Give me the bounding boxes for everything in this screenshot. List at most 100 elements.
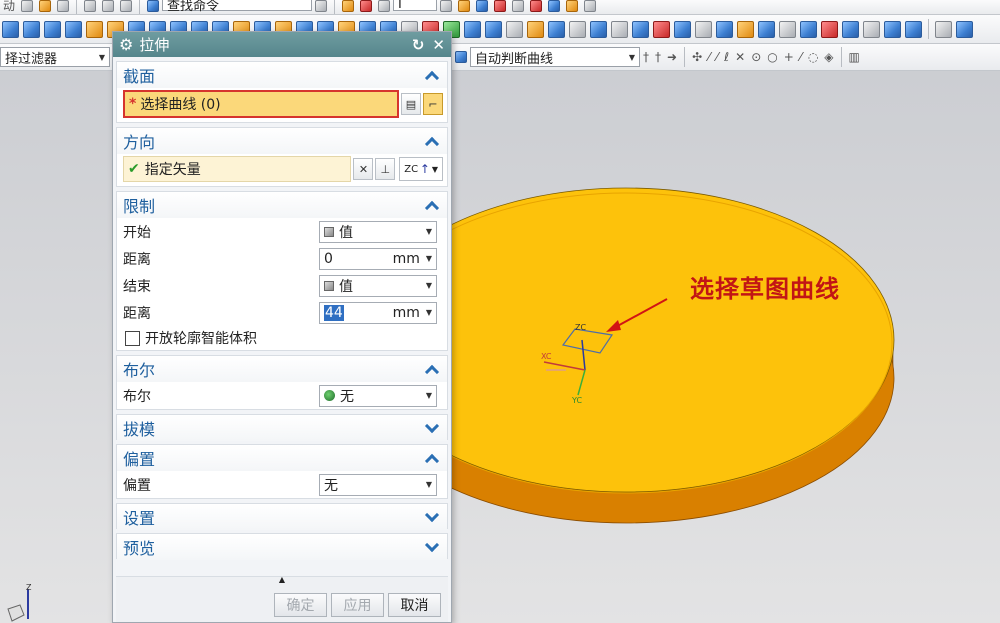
vector-dialog-icon[interactable]: ⊥ bbox=[375, 158, 396, 180]
snap-endpoint-icon[interactable]: ⁄ bbox=[708, 50, 710, 64]
offset-face-icon[interactable] bbox=[527, 20, 544, 38]
vector-type-dropdown[interactable]: ZC ↑ ▼ bbox=[399, 157, 443, 181]
scale-body-icon[interactable] bbox=[590, 20, 607, 38]
selection-filter-combo[interactable]: 择过滤器 ▼ bbox=[0, 47, 110, 67]
curve-rule-combo[interactable]: 自动判断曲线 ▼ bbox=[470, 47, 640, 67]
sketch-section-icon[interactable]: ▤ bbox=[401, 93, 421, 115]
command-finder-icon[interactable] bbox=[147, 0, 160, 12]
curve-rule-icon[interactable] bbox=[455, 51, 467, 63]
direction-header[interactable]: 方向 bbox=[117, 128, 447, 154]
curve-selection-icon[interactable]: ⌐ bbox=[423, 93, 443, 115]
open-profile-row[interactable]: 开放轮廓智能体积 bbox=[117, 326, 447, 350]
mesh-icon[interactable] bbox=[884, 20, 901, 38]
mirror-icon[interactable] bbox=[506, 20, 523, 38]
more-icon[interactable] bbox=[584, 0, 597, 12]
collapse-dialog-caret-icon[interactable]: ▲ bbox=[116, 575, 448, 584]
measure-icon[interactable] bbox=[512, 0, 525, 12]
offset-select[interactable]: 无 ▼ bbox=[319, 473, 437, 496]
view-orient-icon[interactable] bbox=[935, 20, 952, 38]
start-option-select[interactable]: 值 ▼ bbox=[319, 220, 437, 243]
expand-chevron-icon[interactable] bbox=[424, 418, 440, 433]
spline-icon[interactable] bbox=[378, 0, 391, 12]
copy-icon[interactable] bbox=[102, 0, 115, 12]
collapse-chevron-icon[interactable] bbox=[424, 200, 440, 215]
open-profile-checkbox[interactable] bbox=[125, 330, 140, 346]
open-file-icon[interactable] bbox=[39, 0, 52, 12]
new-file-icon[interactable] bbox=[21, 0, 34, 12]
boolean-header[interactable]: 布尔 bbox=[117, 356, 447, 382]
start-distance-value[interactable]: 0 bbox=[324, 251, 393, 267]
sheet-icon[interactable] bbox=[611, 20, 628, 38]
limits-header[interactable]: 限制 bbox=[117, 192, 447, 218]
snap-point-on-face-icon[interactable]: ⁄ bbox=[800, 50, 802, 64]
emboss-icon[interactable] bbox=[653, 20, 670, 38]
cut-icon[interactable] bbox=[84, 0, 97, 12]
render-icon[interactable] bbox=[458, 0, 471, 12]
expand-chevron-icon[interactable] bbox=[424, 507, 440, 522]
expand-chevron-icon[interactable] bbox=[424, 537, 440, 552]
sketch-icon[interactable] bbox=[342, 0, 355, 12]
layer-icon[interactable] bbox=[440, 0, 453, 12]
snap-arc-center-icon[interactable]: ⊙ bbox=[751, 50, 761, 64]
snap-point-on-curve-icon[interactable]: + bbox=[784, 50, 794, 64]
edge-blend-icon[interactable] bbox=[737, 20, 754, 38]
section-header[interactable]: 截面 bbox=[117, 62, 447, 88]
sphere-icon[interactable] bbox=[65, 20, 82, 38]
thicken-icon[interactable] bbox=[695, 20, 712, 38]
command-finder-input[interactable]: 查找命令 bbox=[162, 0, 313, 14]
loft-icon[interactable] bbox=[863, 20, 880, 38]
sew-icon[interactable] bbox=[548, 20, 565, 38]
reverse-direction-icon[interactable]: ✕ bbox=[353, 158, 374, 180]
snap-bounded-grid-icon[interactable]: ◌ bbox=[808, 50, 818, 64]
end-distance-input[interactable]: 44 mm ▼ bbox=[319, 301, 437, 324]
extrude-icon[interactable] bbox=[86, 20, 103, 38]
apply-button[interactable]: 应用 bbox=[331, 593, 384, 617]
delete-face-icon[interactable] bbox=[800, 20, 817, 38]
datum-icon[interactable] bbox=[530, 0, 543, 12]
snap-midpoint-icon[interactable]: ⁄ bbox=[716, 50, 718, 64]
block-icon[interactable] bbox=[2, 20, 19, 38]
intersect-icon[interactable] bbox=[464, 20, 481, 38]
curve-icon[interactable] bbox=[360, 0, 373, 12]
toolbar-options-icon[interactable]: ▥ bbox=[849, 50, 860, 64]
dialog-title-bar[interactable]: ⚙ 拉伸 ↻ ✕ bbox=[113, 32, 451, 57]
snap-quadrant-icon[interactable]: ○ bbox=[767, 50, 777, 64]
end-option-select[interactable]: 值 ▼ bbox=[319, 274, 437, 297]
follow-fillet-icon[interactable]: † bbox=[655, 50, 661, 64]
paste-icon[interactable] bbox=[120, 0, 133, 12]
pattern-icon[interactable] bbox=[485, 20, 502, 38]
close-icon[interactable]: ✕ bbox=[432, 36, 445, 54]
ok-button[interactable]: 确定 bbox=[274, 593, 327, 617]
search-icon[interactable] bbox=[315, 0, 328, 12]
reset-icon[interactable]: ↻ bbox=[412, 36, 425, 54]
collapse-chevron-icon[interactable] bbox=[424, 453, 440, 468]
gear-icon[interactable]: ⚙ bbox=[119, 35, 133, 54]
offset-header[interactable]: 偏置 bbox=[117, 445, 447, 471]
collapse-chevron-icon[interactable] bbox=[424, 364, 440, 379]
end-distance-value[interactable]: 44 bbox=[324, 304, 344, 321]
wrap-icon[interactable] bbox=[632, 20, 649, 38]
chain-icon[interactable]: ➜ bbox=[667, 50, 677, 64]
stop-at-intersection-icon[interactable]: † bbox=[643, 50, 649, 64]
cylinder-icon[interactable] bbox=[23, 20, 40, 38]
snap-pole-icon[interactable]: ◈ bbox=[824, 50, 833, 64]
move-face-icon[interactable] bbox=[758, 20, 775, 38]
save-icon[interactable] bbox=[57, 0, 70, 12]
settings-header[interactable]: 设置 bbox=[117, 504, 447, 530]
snap-existing-point-icon[interactable]: ✣ bbox=[692, 50, 702, 64]
snap-icon[interactable] bbox=[548, 0, 561, 12]
collapse-chevron-icon[interactable] bbox=[424, 70, 440, 85]
start-distance-input[interactable]: 0 mm ▼ bbox=[319, 247, 437, 270]
patch-icon[interactable] bbox=[569, 20, 586, 38]
replace-face-icon[interactable] bbox=[779, 20, 796, 38]
view-icon[interactable] bbox=[476, 0, 489, 12]
selection-scope-combo[interactable]: I bbox=[393, 0, 438, 12]
face-blend-icon[interactable] bbox=[716, 20, 733, 38]
draft-header[interactable]: 拔模 bbox=[117, 415, 447, 441]
collapse-chevron-icon[interactable] bbox=[424, 136, 440, 151]
tube-icon[interactable] bbox=[821, 20, 838, 38]
dropdown-arrow-icon[interactable]: ▼ bbox=[426, 308, 432, 317]
sweep-icon[interactable] bbox=[842, 20, 859, 38]
select-curve-field[interactable]: * 选择曲线 (0) bbox=[123, 90, 399, 118]
snap-control-point-icon[interactable]: ℓ bbox=[724, 50, 729, 64]
